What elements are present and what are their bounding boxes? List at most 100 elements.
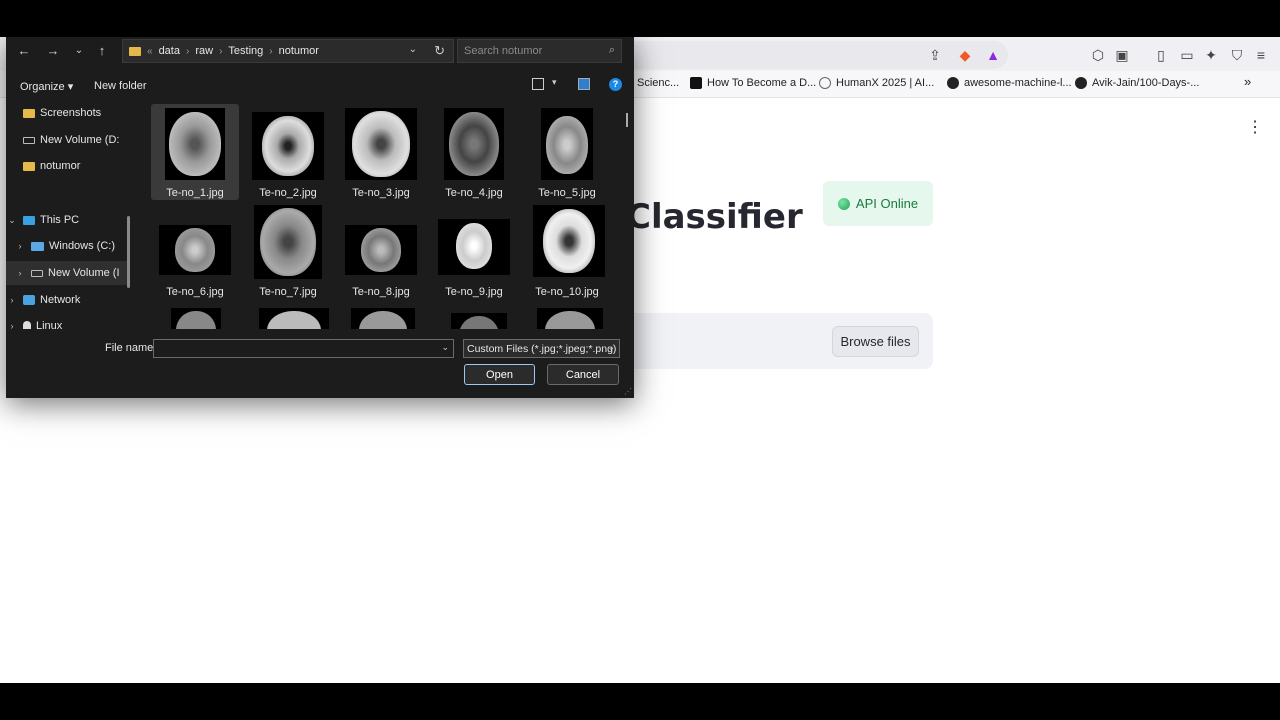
breadcrumb-data[interactable]: data [159, 45, 180, 57]
chevron-right-icon: › [269, 45, 273, 57]
file-thumbnail [165, 108, 225, 180]
file-item[interactable]: Te-no_9.jpg [430, 203, 518, 299]
nav-scrollbar[interactable] [127, 216, 130, 288]
bookmark-item[interactable]: How To Become a D... [690, 77, 816, 89]
file-thumbnail[interactable] [537, 308, 603, 329]
nav-item-windows-c[interactable]: › Windows (C:) [6, 234, 130, 258]
file-item[interactable]: Te-no_4.jpg [430, 104, 518, 200]
file-name-input[interactable]: ⌄ [153, 339, 454, 358]
bookmark-item[interactable]: awesome-machine-l... [947, 77, 1072, 89]
file-item[interactable]: Te-no_8.jpg [337, 203, 425, 299]
nav-item-screenshots[interactable]: Screenshots [6, 101, 130, 125]
preview-pane-icon[interactable] [578, 78, 590, 90]
nav-item-notumor[interactable]: notumor [6, 154, 130, 178]
leo-ai-icon[interactable]: ✦ [1203, 47, 1219, 63]
file-item[interactable]: Te-no_3.jpg [337, 104, 425, 200]
file-thumbnail[interactable] [259, 308, 329, 329]
file-name: Te-no_4.jpg [445, 187, 503, 199]
chevron-down-icon[interactable]: ⌄ [409, 44, 417, 55]
github-icon [1075, 77, 1087, 89]
nav-item-new-volume-d[interactable]: New Volume (D: [6, 128, 130, 152]
back-arrow-icon[interactable]: ← [14, 43, 34, 59]
expand-chevron-icon[interactable]: › [6, 321, 18, 329]
menu-icon[interactable]: ≡ [1253, 47, 1269, 63]
file-item[interactable]: Te-no_2.jpg [244, 104, 332, 200]
chevron-down-icon[interactable]: ⌄ [441, 342, 449, 353]
bookmark-item[interactable]: Scienc... [637, 77, 679, 89]
organize-menu[interactable]: Organize ▾ [20, 80, 73, 93]
file-name: Te-no_6.jpg [166, 286, 224, 298]
sidebar-icon[interactable]: ▯ [1153, 47, 1169, 63]
brave-rewards-icon[interactable]: ▲ [985, 47, 1001, 63]
api-status-label: API Online [855, 196, 919, 211]
file-name: Te-no_1.jpg [166, 187, 224, 199]
more-bookmarks-chevron-icon[interactable]: » [1244, 74, 1251, 89]
nav-item-label: Windows (C:) [49, 240, 116, 252]
file-thumbnail [438, 219, 510, 275]
status-dot-icon [837, 197, 850, 210]
nav-item-new-volume-i[interactable]: › New Volume (I [6, 261, 130, 285]
wallet-icon[interactable]: ▭ [1179, 47, 1195, 63]
file-thumbnail [345, 225, 417, 275]
linux-icon [23, 321, 31, 329]
file-list-scrollbar[interactable] [626, 113, 628, 127]
breadcrumb-testing[interactable]: Testing [228, 45, 263, 57]
share-icon[interactable]: ⇪ [927, 47, 943, 63]
address-breadcrumb[interactable]: « data › raw › Testing › notumor ⌄ ↻ [122, 39, 454, 63]
nav-item-linux[interactable]: › Linux [6, 314, 130, 329]
expand-chevron-icon[interactable]: › [14, 268, 26, 278]
globe-icon [819, 77, 831, 89]
extensions-icon[interactable]: ⬡ [1090, 47, 1106, 63]
expand-chevron-icon[interactable]: › [14, 241, 26, 251]
search-input[interactable]: Search notumor ⌕ [457, 39, 622, 63]
nav-item-label: Network [40, 294, 81, 306]
address-bar[interactable] [634, 41, 1008, 69]
file-name-label: File name: [105, 342, 157, 354]
recent-locations-chevron-icon[interactable]: ⌄ [69, 43, 89, 59]
cancel-button[interactable]: Cancel [547, 364, 619, 385]
file-thumbnail[interactable] [451, 313, 507, 329]
change-view-icon[interactable] [532, 78, 544, 90]
open-button[interactable]: Open [464, 364, 535, 385]
breadcrumb-raw[interactable]: raw [195, 45, 213, 57]
file-name: Te-no_9.jpg [445, 286, 503, 298]
file-type-value: Custom Files (*.jpg;*.jpeg;*.png) [467, 343, 617, 355]
resize-grip-icon[interactable]: ⋰ [624, 387, 632, 396]
new-folder-button[interactable]: New folder [94, 80, 147, 92]
file-item[interactable]: Te-no_10.jpg [523, 203, 611, 299]
expand-chevron-icon[interactable]: ⌄ [6, 215, 18, 226]
reader-mode-icon[interactable]: ▣ [1114, 47, 1130, 63]
file-item[interactable]: Te-no_1.jpg [151, 104, 239, 200]
file-item[interactable]: Te-no_5.jpg [523, 104, 611, 200]
file-thumbnail[interactable] [351, 308, 415, 329]
up-arrow-icon[interactable]: ↑ [92, 43, 112, 59]
file-thumbnail[interactable] [171, 308, 221, 329]
brave-shield-icon[interactable]: ◆ [957, 47, 973, 63]
file-thumbnail [252, 112, 324, 180]
breadcrumb-notumor[interactable]: notumor [279, 45, 319, 57]
view-options-chevron-icon[interactable]: ▾ [552, 77, 557, 88]
expand-chevron-icon[interactable]: › [6, 295, 18, 305]
bookmark-label: Avik-Jain/100-Days-... [1092, 77, 1200, 89]
file-item[interactable]: Te-no_7.jpg [244, 203, 332, 299]
help-icon[interactable]: ? [609, 78, 622, 91]
file-list: Te-no_1.jpg Te-no_2.jpg Te-no_3.jpg Te-n… [139, 101, 633, 329]
drive-icon [31, 269, 43, 277]
forward-arrow-icon[interactable]: → [43, 43, 63, 59]
bookmark-item[interactable]: Avik-Jain/100-Days-... [1075, 77, 1199, 89]
nav-item-label: notumor [40, 160, 81, 172]
file-type-select[interactable]: Custom Files (*.jpg;*.jpeg;*.png) ⌄ [463, 339, 620, 358]
medium-icon [690, 77, 702, 89]
app-menu-icon[interactable]: ⋮ [1247, 117, 1263, 137]
nav-item-network[interactable]: › Network [6, 288, 130, 312]
nav-item-label: Screenshots [40, 107, 102, 119]
refresh-icon[interactable]: ↻ [434, 43, 445, 59]
bookmark-item[interactable]: HumanX 2025 | AI... [819, 77, 934, 89]
browse-files-button[interactable]: Browse files [832, 326, 919, 357]
nav-item-this-pc[interactable]: ⌄ This PC [6, 208, 130, 232]
path-overflow[interactable]: « [147, 46, 153, 57]
bookmark-label: Scienc... [637, 77, 680, 89]
file-item[interactable]: Te-no_6.jpg [151, 203, 239, 299]
file-name: Te-no_5.jpg [538, 187, 596, 199]
vpn-icon[interactable]: ⛉ [1229, 47, 1245, 63]
